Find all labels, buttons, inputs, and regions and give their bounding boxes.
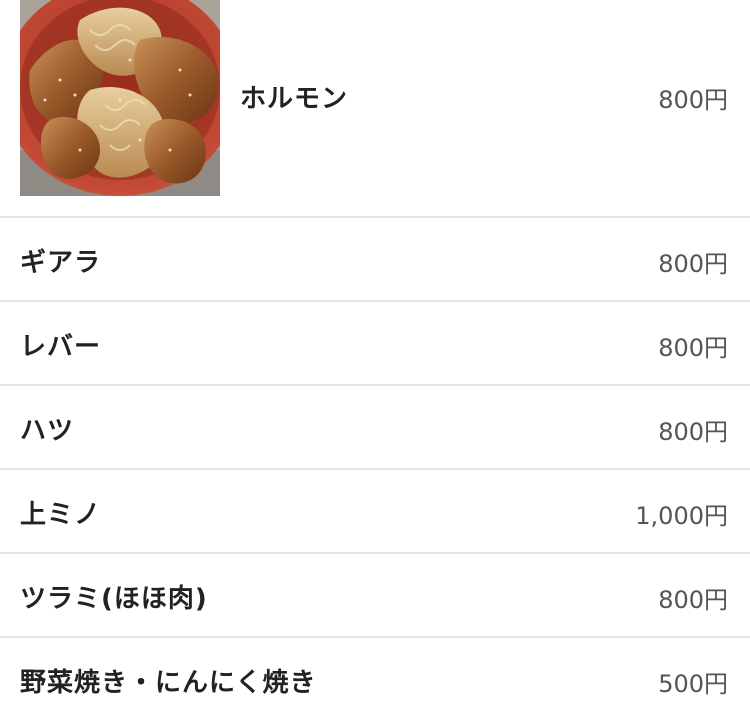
menu-item-name: 野菜焼き・にんにく焼き: [20, 668, 317, 698]
menu-list: ホルモン 800円 ギアラ 800円 レバー 800円 ハツ 800円 上ミノ …: [0, 0, 750, 722]
menu-item-name: 上ミノ: [20, 500, 102, 530]
menu-item-price: 800円: [658, 334, 728, 362]
menu-item[interactable]: レバー 800円: [0, 302, 750, 386]
menu-item-name: ツラミ(ほほ肉): [20, 584, 208, 614]
menu-item-name: ハツ: [20, 416, 75, 446]
menu-item-name: レバー: [20, 332, 102, 362]
menu-item-name: ホルモン: [240, 84, 349, 114]
menu-item-name: ギアラ: [20, 248, 102, 278]
menu-item-price: 800円: [658, 250, 728, 278]
menu-item-price: 800円: [658, 586, 728, 614]
menu-item-price: 800円: [658, 86, 728, 114]
menu-item-price: 1,000円: [635, 502, 728, 530]
menu-item[interactable]: ハツ 800円: [0, 386, 750, 470]
menu-item[interactable]: 上ミノ 1,000円: [0, 470, 750, 554]
menu-item-price: 500円: [658, 670, 728, 698]
menu-item[interactable]: ギアラ 800円: [0, 218, 750, 302]
grilled-offal-photo: [20, 0, 220, 196]
menu-item[interactable]: 野菜焼き・にんにく焼き 500円: [0, 638, 750, 722]
menu-item-featured[interactable]: ホルモン 800円: [0, 0, 750, 218]
menu-item[interactable]: ツラミ(ほほ肉) 800円: [0, 554, 750, 638]
menu-item-price: 800円: [658, 418, 728, 446]
